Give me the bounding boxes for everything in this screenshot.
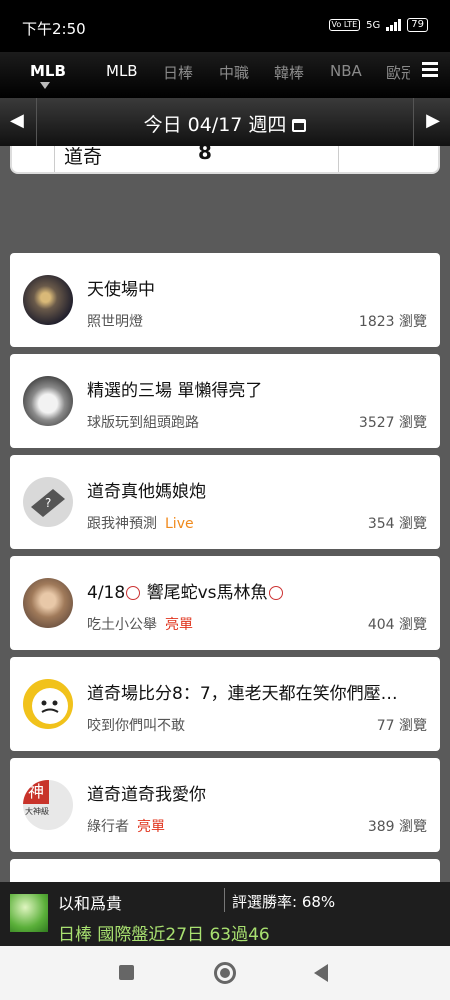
date-bar: ◀ 今日 04/17 週四 ▶ [0, 98, 450, 146]
next-day-button[interactable]: ▶ [426, 110, 440, 131]
tab-nba[interactable]: NBA [330, 62, 362, 80]
team-score: 8 [198, 140, 212, 164]
tab-cpbl[interactable]: 中職 [219, 62, 249, 83]
post-views: 3527 瀏覽 [358, 415, 427, 431]
status-icons: Vo LTE 5G 79 [328, 18, 428, 32]
tab-npb[interactable]: 日棒 [163, 62, 193, 83]
divider [224, 888, 225, 912]
post-list: 天使場中 照世明燈 1823 瀏覽 精選的三場 單懶得亮了 球版玩到組頭跑路 3… [10, 253, 440, 906]
highlight-badge: 亮單 [137, 819, 165, 835]
predictor-record: 日棒 國際盤近27日 63過46 [58, 925, 270, 945]
post-views: 389 瀏覽 [367, 819, 427, 835]
tab-mlb-selected[interactable]: MLB [30, 62, 66, 80]
post-title: 道奇真他媽娘炮 [87, 482, 206, 502]
post-views: 1823 瀏覽 [358, 314, 427, 330]
post-views: 354 瀏覽 [367, 516, 427, 532]
post-card[interactable]: ? 道奇真他媽娘炮 跟我神預測 Live 354 瀏覽 [10, 455, 440, 549]
baseball-icon [126, 586, 141, 600]
post-author: 照世明燈 [87, 314, 143, 330]
god-badge-icon: 神 [23, 780, 49, 804]
predictor-name: 以和爲貴 [58, 894, 123, 913]
signal-icon [386, 19, 402, 31]
column-divider [338, 146, 339, 172]
avatar[interactable] [23, 376, 73, 426]
svg-text:?: ? [45, 496, 51, 510]
avatar[interactable]: ? [23, 477, 73, 527]
calendar-icon[interactable] [292, 119, 307, 132]
score-table: 道奇 8 [10, 140, 440, 174]
globe-icon [10, 894, 48, 932]
league-tabs: MLB MLB 日棒 中職 韓棒 NBA 歐冠 [0, 52, 450, 98]
post-author: 跟我神預測 Live [87, 516, 194, 532]
avatar[interactable]: 神 大神級 [23, 780, 73, 830]
tab-ucl[interactable]: 歐冠 [386, 62, 410, 83]
date-label[interactable]: 今日 04/17 週四 [0, 110, 450, 137]
post-views: 77 瀏覽 [376, 718, 427, 734]
system-nav-bar [0, 946, 450, 1000]
avatar[interactable] [23, 679, 73, 729]
home-icon[interactable] [214, 962, 236, 984]
date-text: 今日 04/17 週四 [143, 114, 287, 136]
status-time: 下午2:50 [22, 20, 86, 38]
featured-predictor-bar[interactable]: 以和爲貴 評選勝率: 68% 日棒 國際盤近27日 63過46 [0, 882, 450, 946]
network-label: 5G [366, 19, 381, 31]
tab-dropdown-caret-icon[interactable] [40, 82, 50, 89]
post-card[interactable]: 道奇場比分8：7，連老天都在笑你們壓… 咬到你們叫不敢 77 瀏覽 [10, 657, 440, 751]
post-title: 道奇場比分8：7，連老天都在笑你們壓… [87, 684, 398, 704]
post-author: 咬到你們叫不敢 [87, 718, 185, 734]
avatar[interactable] [23, 275, 73, 325]
live-badge: Live [165, 516, 194, 532]
volte-icon: Vo LTE [328, 19, 361, 31]
post-card[interactable]: 精選的三場 單懶得亮了 球版玩到組頭跑路 3527 瀏覽 [10, 354, 440, 448]
post-title: 道奇道奇我愛你 [87, 785, 206, 805]
post-title: 精選的三場 單懶得亮了 [87, 381, 263, 401]
post-author: 綠行者 亮單 [87, 819, 165, 835]
post-card[interactable]: 天使場中 照世明燈 1823 瀏覽 [10, 253, 440, 347]
post-author: 吃土小公舉 亮單 [87, 617, 193, 633]
divider [413, 98, 414, 146]
baseball-icon [268, 586, 283, 600]
recents-icon[interactable] [119, 965, 134, 980]
team-name: 道奇 [64, 146, 103, 168]
menu-icon[interactable] [422, 62, 438, 80]
back-icon[interactable] [314, 964, 328, 982]
post-card[interactable]: 4/18 響尾蛇vs馬林魚 吃土小公舉 亮單 404 瀏覽 [10, 556, 440, 650]
tab-mlb[interactable]: MLB [106, 62, 138, 80]
cartoon-face-icon [32, 688, 68, 724]
badge-label: 大神級 [25, 807, 49, 816]
highlight-badge: 亮單 [165, 617, 193, 633]
win-rate: 評選勝率: 68% [232, 893, 336, 911]
post-title: 天使場中 [87, 280, 155, 300]
tab-kbo[interactable]: 韓棒 [274, 62, 304, 83]
default-user-icon: ? [31, 489, 65, 517]
avatar[interactable] [23, 578, 73, 628]
post-author: 球版玩到組頭跑路 [87, 415, 199, 431]
post-card[interactable]: 神 大神級 道奇道奇我愛你 綠行者 亮單 389 瀏覽 [10, 758, 440, 852]
column-divider [54, 146, 55, 172]
battery-icon: 79 [407, 18, 428, 32]
post-views: 404 瀏覽 [367, 617, 427, 633]
post-title: 4/18 響尾蛇vs馬林魚 [87, 578, 284, 603]
status-bar: 下午2:50 Vo LTE 5G 79 [0, 0, 450, 52]
